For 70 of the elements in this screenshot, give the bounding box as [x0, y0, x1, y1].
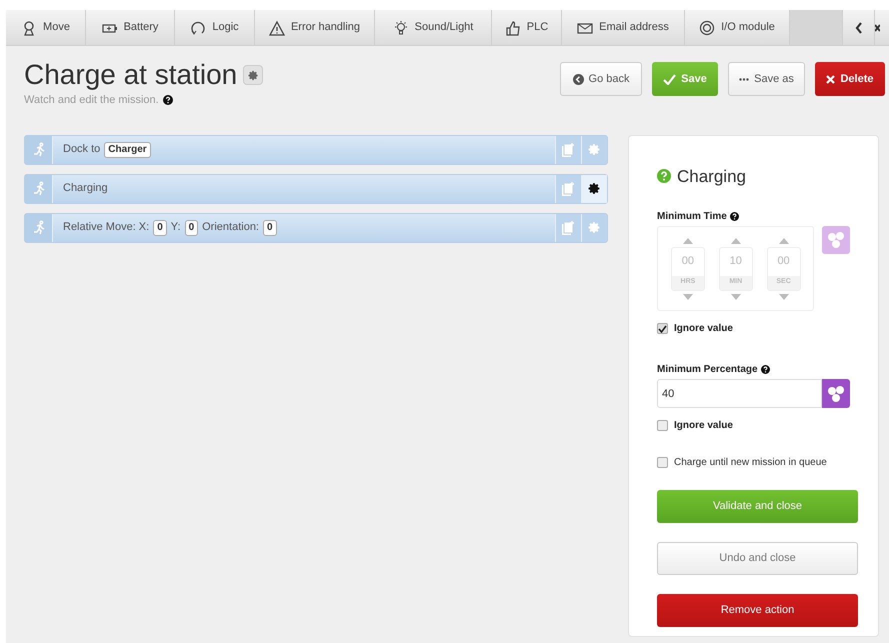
- help-icon: [730, 212, 739, 221]
- copy-icon: [562, 220, 575, 234]
- mission-action-row[interactable]: Dock to Charger: [24, 134, 608, 164]
- thumbs-up-icon: [504, 20, 521, 36]
- percentage-input[interactable]: 40: [657, 379, 822, 408]
- time-value: 00: [680, 254, 696, 270]
- remove-action-button[interactable]: Remove action: [657, 594, 858, 627]
- tab[interactable]: Email address: [562, 10, 685, 45]
- increment-arrow-icon: [730, 238, 741, 244]
- action-label: Dock to: [63, 142, 100, 158]
- checkmark-icon: [663, 74, 676, 84]
- decrement-arrow-icon: [682, 294, 693, 300]
- variable-circles-icon: [827, 231, 846, 249]
- panel-title: Charging: [677, 166, 746, 188]
- copy-icon: [562, 142, 575, 156]
- tab[interactable]: Battery: [86, 10, 175, 45]
- tab[interactable]: Sound/Light: [375, 10, 492, 45]
- tab[interactable]: Move: [6, 10, 86, 45]
- checkbox-label: Ignore value: [674, 419, 733, 433]
- duplicate-button[interactable]: [555, 214, 581, 242]
- time-value: 00: [776, 254, 791, 270]
- parameter-chip: 0: [263, 220, 277, 236]
- help-icon: [760, 365, 770, 374]
- action-label: Y:: [170, 220, 181, 236]
- delete-button[interactable]: Delete: [815, 62, 885, 96]
- help-icon: [162, 95, 173, 106]
- mission-title: Charge at station: [24, 58, 238, 92]
- undo-button[interactable]: Undo and close: [657, 542, 858, 575]
- mission-action-row[interactable]: Relative Move: X: 0 Y: 0 Orientation: 0: [24, 212, 608, 242]
- copy-icon: [562, 182, 575, 196]
- settings-icon: [248, 70, 259, 80]
- ring-icon: [699, 20, 716, 36]
- settings-icon: [588, 182, 601, 195]
- decrement-arrow-icon: [778, 294, 789, 300]
- checkbox[interactable]: [657, 420, 668, 431]
- tab[interactable]: Logic: [175, 10, 255, 45]
- variable-circles-icon: [827, 384, 846, 402]
- parameter-chip: 0: [153, 220, 167, 236]
- tab[interactable]: Error handling: [255, 10, 375, 45]
- close-icon: [826, 74, 836, 84]
- field-label: Minimum Time: [657, 210, 727, 224]
- action-label: Orientation:: [202, 220, 259, 236]
- warning-icon: [268, 20, 285, 36]
- field-label: Minimum Percentage: [657, 363, 758, 377]
- variable-button[interactable]: [822, 379, 850, 408]
- duplicate-button[interactable]: [555, 136, 581, 164]
- save-as-button[interactable]: Save as: [728, 62, 805, 96]
- action-label: Relative Move: X:: [63, 220, 150, 236]
- parameter-chip: Charger: [104, 142, 151, 158]
- help-icon: [657, 169, 671, 184]
- checkbox-label: Charge until new mission in queue: [674, 456, 827, 470]
- loop-icon: [190, 20, 206, 36]
- settings-icon: [588, 221, 601, 234]
- go-back-button[interactable]: Go back: [560, 62, 642, 96]
- time-value: 10: [728, 254, 743, 270]
- increment-arrow-icon: [682, 238, 693, 244]
- checkbox[interactable]: [657, 457, 668, 468]
- chevron-left-icon: [854, 22, 862, 34]
- decrement-arrow-icon: [730, 294, 741, 300]
- lightbulb-icon: [392, 20, 409, 36]
- action-label: Charging: [63, 181, 108, 196]
- tab[interactable]: PLC: [492, 10, 562, 45]
- checkmark-icon: [658, 324, 667, 332]
- parameter-chip: 0: [184, 220, 198, 236]
- increment-arrow-icon: [778, 238, 789, 244]
- ellipsis-icon: [739, 78, 750, 80]
- checkbox-label: Ignore value: [674, 322, 733, 336]
- close-icon: [875, 22, 880, 32]
- settings-icon: [588, 143, 601, 156]
- mission-subtitle: Watch and edit the mission.: [24, 93, 159, 108]
